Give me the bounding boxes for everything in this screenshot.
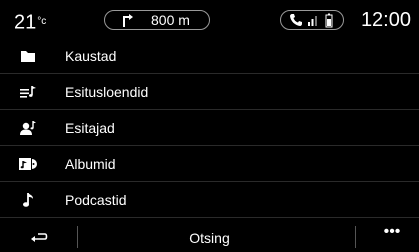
list-item-label: Albumid xyxy=(65,156,116,172)
folder-icon xyxy=(21,51,35,62)
list-item-label: Esitusloendid xyxy=(65,84,149,100)
more-options-button[interactable]: ••• xyxy=(378,222,406,246)
navigation-distance: 800 m xyxy=(151,12,190,28)
artists-icon xyxy=(20,121,36,135)
playlist-icon xyxy=(20,86,36,98)
music-note-icon xyxy=(23,193,33,207)
albums-icon xyxy=(19,158,37,170)
signal-icon xyxy=(308,16,317,26)
list-item-label: Esitajad xyxy=(65,120,115,136)
list-item-label: Kaustad xyxy=(65,48,117,64)
phone-icon xyxy=(290,14,302,26)
bottom-divider-right xyxy=(355,226,356,248)
temperature: 21°c xyxy=(14,6,46,36)
list-item-esitusloendid[interactable]: Esitusloendid xyxy=(0,74,419,110)
search-button[interactable]: Otsing xyxy=(0,229,419,247)
list-item-podcastid[interactable]: Podcastid xyxy=(0,182,419,218)
turn-right-icon xyxy=(123,14,133,27)
list-item-kaustad[interactable]: Kaustad xyxy=(0,38,419,74)
list-item-esitajad[interactable]: Esitajad xyxy=(0,110,419,146)
phone-status-pill[interactable] xyxy=(280,10,344,30)
status-bar: 21°c 800 m 12:00 xyxy=(0,0,419,38)
media-source-list: Kaustad Esitusloendid Esitajad Albumid P… xyxy=(0,38,419,218)
list-item-label: Podcastid xyxy=(65,192,127,208)
navigation-pill[interactable]: 800 m xyxy=(104,10,210,30)
battery-icon xyxy=(325,13,333,28)
temperature-unit: °c xyxy=(37,16,47,27)
list-item-albumid[interactable]: Albumid xyxy=(0,146,419,182)
temperature-value: 21 xyxy=(14,11,37,34)
bottom-bar: Otsing ••• xyxy=(0,220,419,252)
clock: 12:00 xyxy=(360,9,411,31)
